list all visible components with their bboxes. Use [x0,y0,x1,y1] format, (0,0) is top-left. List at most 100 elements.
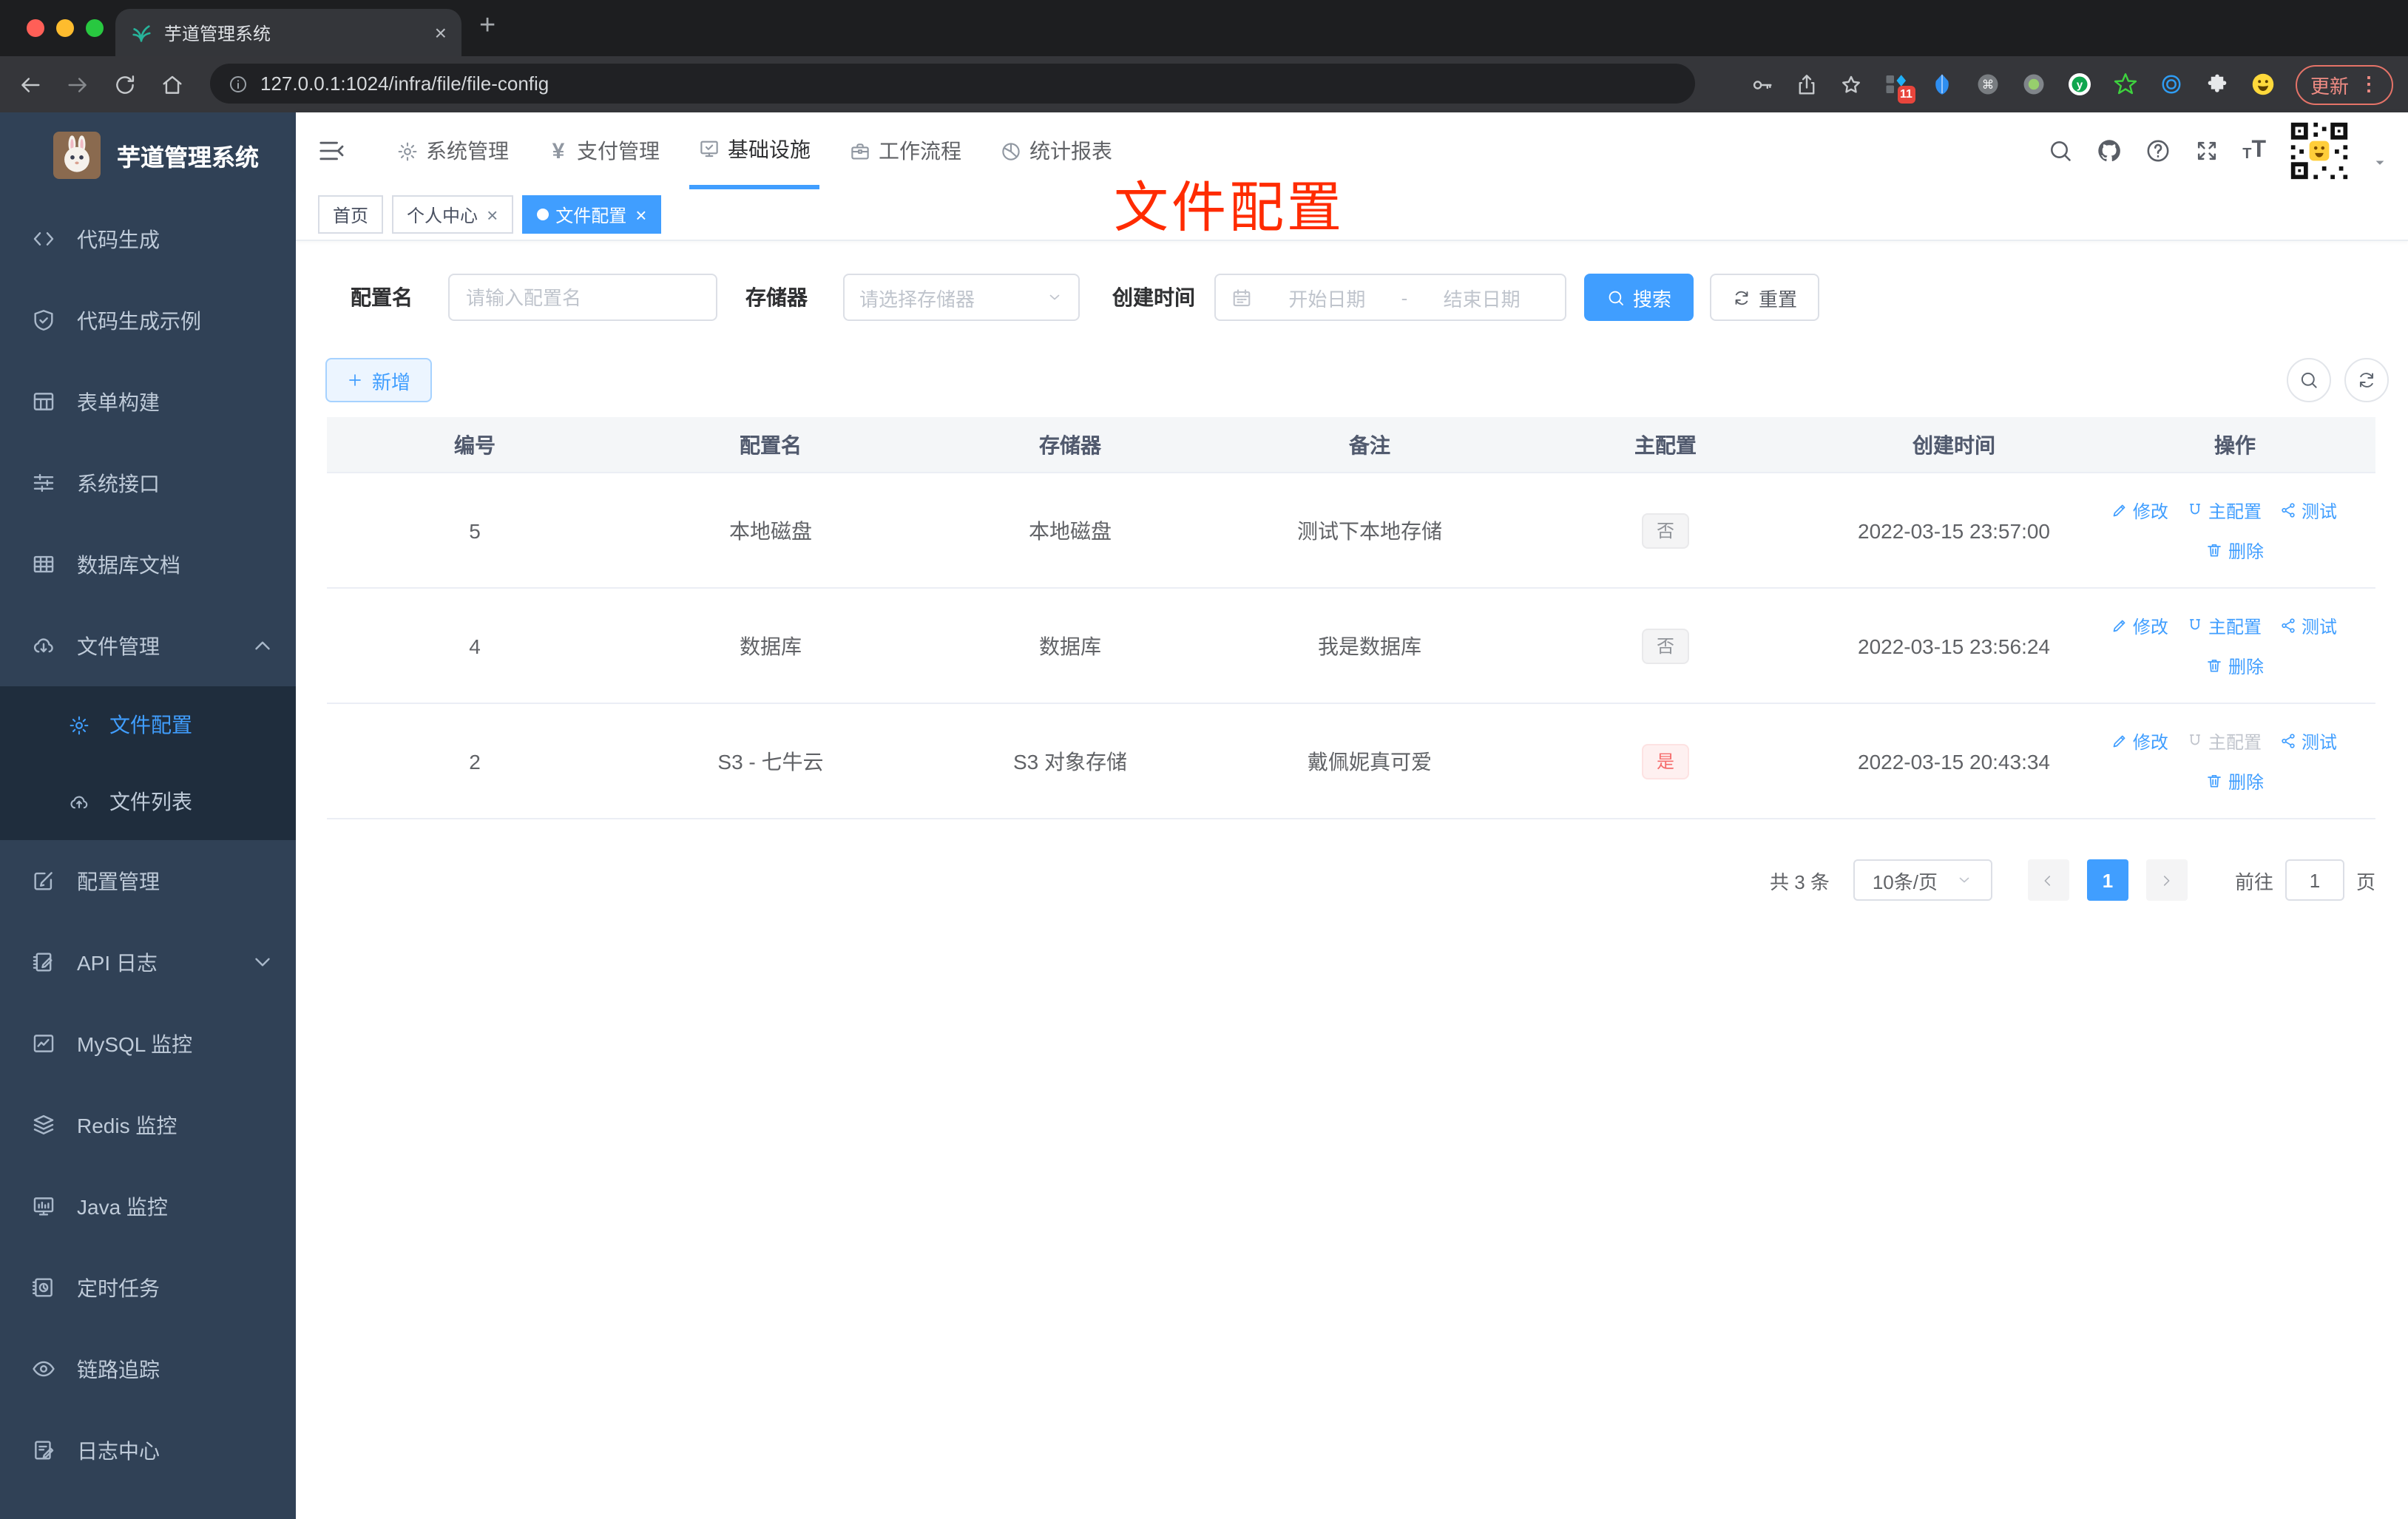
minimize-window-button[interactable] [56,19,74,37]
search-button[interactable]: 搜索 [1584,274,1694,321]
action-修改[interactable]: 修改 [2111,728,2168,754]
sidebar-item-链路追踪[interactable]: 链路追踪 [0,1328,296,1410]
sidebar-item-日志中心[interactable]: 日志中心 [0,1410,296,1491]
browser-nav-buttons [18,56,185,112]
trash-icon [2206,541,2224,559]
browser-menu-icon[interactable]: ⋮ [2359,72,2378,96]
puzzle-icon[interactable] [2204,71,2231,98]
prev-page-button[interactable] [2027,859,2069,901]
sidebar-item-文件管理[interactable]: 文件管理 [0,605,296,686]
command-circle-icon[interactable]: ⌘ [1975,71,2001,98]
github-icon[interactable] [2096,138,2123,164]
avatar-dropdown-caret-icon[interactable] [2373,155,2387,170]
collapse-sidebar-icon[interactable] [317,136,346,166]
topnav-item-系统管理[interactable]: 系统管理 [388,112,518,189]
home-icon[interactable] [160,72,185,97]
address-bar[interactable]: 127.0.0.1:1024/infra/file/file-config [210,64,1695,104]
topnav-item-基础设施[interactable]: 基础设施 [689,112,819,189]
storage-select[interactable]: 请选择存储器 [843,274,1080,321]
sidebar-item-label: Redis 监控 [77,1113,177,1137]
pen-icon [2111,501,2128,519]
sidebar-item-API 日志[interactable]: API 日志 [0,921,296,1003]
share-icon[interactable] [1794,72,1819,97]
sidebar-item-定时任务[interactable]: 定时任务 [0,1247,296,1328]
browser-tab[interactable]: 芋道管理系统 × [115,9,461,56]
topnav-item-工作流程[interactable]: 工作流程 [840,112,970,189]
sidebar-logo[interactable]: 芋道管理系统 [0,112,296,198]
new-tab-button[interactable]: + [479,10,496,43]
storage-placeholder: 请选择存储器 [859,288,975,310]
action-测试[interactable]: 测试 [2279,498,2337,523]
back-icon[interactable] [18,72,43,97]
sidebar-item-系统接口[interactable]: 系统接口 [0,442,296,524]
zoom-window-button[interactable] [86,19,104,37]
search-icon[interactable] [2047,138,2074,164]
action-label: 修改 [2132,616,2168,637]
action-line-2: 删除 [2094,768,2375,794]
sidebar-item-Redis 监控[interactable]: Redis 监控 [0,1084,296,1166]
magnet-icon [2186,617,2204,635]
action-修改[interactable]: 修改 [2111,498,2168,523]
emoji-face-icon[interactable] [2250,71,2276,98]
page-number-button[interactable]: 1 [2086,859,2128,901]
tag-close-icon[interactable]: × [635,205,646,224]
tag-首页[interactable]: 首页 [318,195,384,234]
forward-icon[interactable] [65,72,90,97]
reset-button[interactable]: 重置 [1710,274,1819,321]
browser-update-button[interactable]: 更新 ⋮ [2295,64,2393,104]
action-主配置[interactable]: 主配置 [2186,613,2262,638]
action-测试[interactable]: 测试 [2279,613,2337,638]
font-size-icon[interactable]: TT [2242,138,2266,163]
tag-close-icon[interactable]: × [487,205,498,224]
sidebar-item-配置管理[interactable]: 配置管理 [0,840,296,921]
cell-id: 5 [469,518,481,542]
rings-icon[interactable] [2158,71,2185,98]
topnav-item-支付管理[interactable]: ¥ 支付管理 [538,112,669,189]
page-size-select[interactable]: 10条/页 [1853,859,1992,901]
update-label: 更新 [2310,75,2349,97]
action-主配置[interactable]: 主配置 [2186,498,2262,523]
close-window-button[interactable] [27,19,44,37]
topnav-item-统计报表[interactable]: 统计报表 [991,112,1121,189]
next-page-button[interactable] [2145,859,2188,901]
topnav-item-label: 支付管理 [577,139,660,163]
sidebar-item-文件配置[interactable]: 文件配置 [0,686,296,763]
refresh-button[interactable] [2344,358,2389,402]
help-icon[interactable] [2145,138,2171,164]
config-name-input[interactable] [448,274,717,321]
add-button[interactable]: 新增 [325,358,432,402]
sidebar-item-MySQL 监控[interactable]: MySQL 监控 [0,1003,296,1084]
tag-文件配置[interactable]: 文件配置 × [521,195,662,234]
site-info-icon[interactable] [228,73,248,94]
action-测试[interactable]: 测试 [2279,728,2337,754]
green-star-icon[interactable] [2112,71,2139,98]
tab-close-icon[interactable]: × [435,22,447,43]
date-range-picker[interactable]: 开始日期 - 结束日期 [1214,274,1566,321]
reload-icon[interactable] [112,72,138,97]
password-key-icon[interactable] [1750,72,1775,97]
sidebar-item-表单构建[interactable]: 表单构建 [0,361,296,442]
ext-grid-diamond-icon[interactable]: 11 [1883,71,1915,104]
sidebar-item-Java 监控[interactable]: Java 监控 [0,1166,296,1247]
goto-page-input[interactable] [2284,859,2344,901]
fullscreen-icon[interactable] [2194,138,2220,164]
show-search-button[interactable] [2287,358,2331,402]
sidebar-item-代码生成示例[interactable]: 代码生成示例 [0,280,296,361]
action-删除[interactable]: 删除 [2206,653,2264,678]
kite-icon[interactable] [1929,71,1955,98]
sidebar-item-label: 系统接口 [77,471,160,495]
action-修改[interactable]: 修改 [2111,613,2168,638]
avatar[interactable] [2288,120,2350,182]
cell-id: 2 [469,749,481,773]
bookmark-star-icon[interactable] [1839,72,1864,97]
action-删除[interactable]: 删除 [2206,538,2264,563]
refresh-circle-icon [2356,370,2377,390]
tag-个人中心[interactable]: 个人中心 × [392,195,513,234]
sidebar-item-文件列表[interactable]: 文件列表 [0,763,296,840]
sidebar-item-数据库文档[interactable]: 数据库文档 [0,524,296,605]
y-circle-icon[interactable]: y [2066,71,2093,98]
reset-button-icon [1732,288,1751,307]
sidebar-item-代码生成[interactable]: 代码生成 [0,198,296,280]
action-删除[interactable]: 删除 [2206,768,2264,794]
dot-circle-icon[interactable] [2020,71,2047,98]
